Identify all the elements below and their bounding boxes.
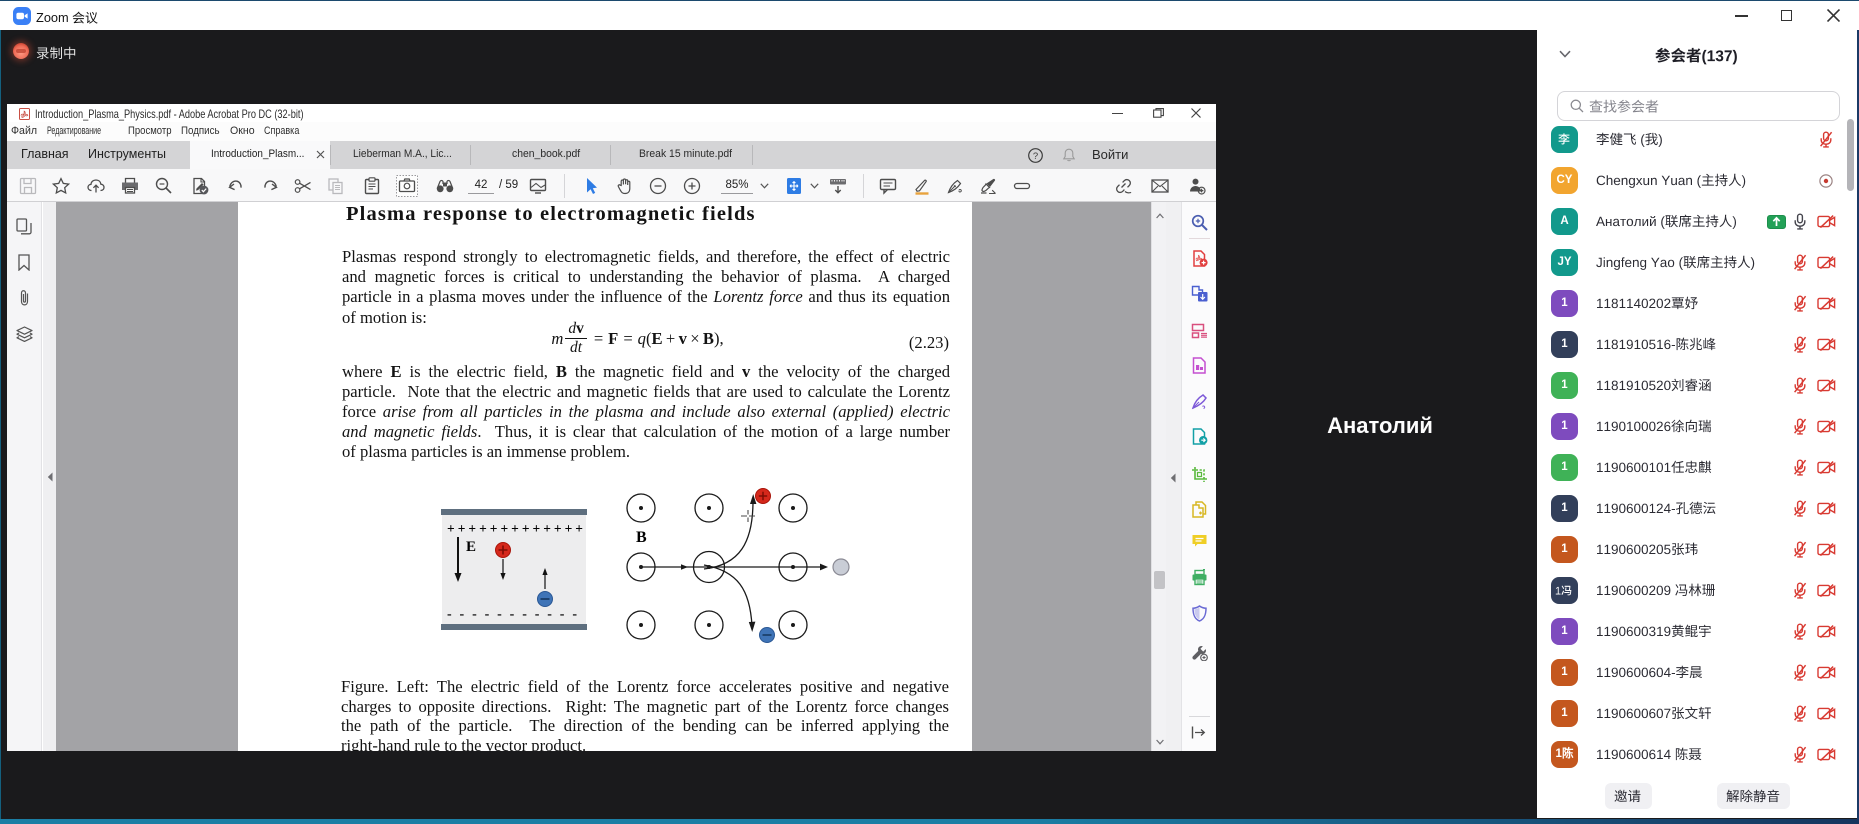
svg-text:B: B [636,529,647,546]
svg-text:E: E [466,539,476,555]
svg-text:?: ? [1033,151,1038,162]
